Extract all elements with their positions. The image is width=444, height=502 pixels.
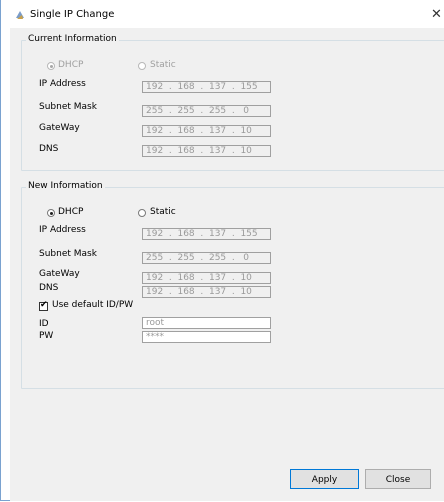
new-subnet-field[interactable]: 255 . 255 . 255 . 0 bbox=[142, 252, 271, 264]
new-ip-label: IP Address bbox=[39, 225, 86, 235]
current-gateway-label: GateWay bbox=[39, 123, 80, 133]
use-default-label[interactable]: Use default ID/PW bbox=[52, 300, 133, 310]
new-dhcp-radio[interactable] bbox=[47, 209, 55, 217]
current-dns-field: 192 . 168 . 137 . 10 bbox=[142, 145, 271, 157]
new-subnet-label: Subnet Mask bbox=[39, 249, 97, 259]
checkmark-icon: ✔ bbox=[40, 300, 48, 310]
new-static-label[interactable]: Static bbox=[150, 207, 176, 217]
current-ip-label: IP Address bbox=[39, 79, 86, 89]
window-title: Single IP Change bbox=[30, 9, 115, 20]
current-subnet-field: 255 . 255 . 255 . 0 bbox=[142, 105, 271, 117]
new-info-legend: New Information bbox=[26, 181, 105, 191]
current-gateway-field: 192 . 168 . 137 . 10 bbox=[142, 125, 271, 137]
close-icon[interactable]: ✕ bbox=[431, 7, 442, 22]
pw-input[interactable]: **** bbox=[142, 331, 271, 343]
new-dhcp-label[interactable]: DHCP bbox=[58, 207, 83, 217]
close-button[interactable]: Close bbox=[365, 469, 431, 489]
current-subnet-label: Subnet Mask bbox=[39, 102, 97, 112]
current-ip-field: 192 . 168 . 137 . 155 bbox=[142, 81, 271, 93]
use-default-checkbox[interactable]: ✔ bbox=[39, 300, 48, 311]
dialog-client: Current Information DHCP Static IP Addre… bbox=[10, 28, 444, 501]
new-gateway-label: GateWay bbox=[39, 269, 80, 279]
title-bar[interactable]: Single IP Change ✕ bbox=[1, 0, 444, 28]
new-ip-field[interactable]: 192 . 168 . 137 . 155 bbox=[142, 228, 271, 240]
dialog-window: Single IP Change ✕ Current Information D… bbox=[0, 0, 444, 501]
current-info-group: Current Information DHCP Static IP Addre… bbox=[21, 34, 444, 171]
new-dns-label: DNS bbox=[39, 283, 59, 293]
current-dhcp-label: DHCP bbox=[58, 60, 84, 70]
id-label: ID bbox=[39, 319, 49, 329]
current-static-label: Static bbox=[150, 60, 176, 70]
app-icon bbox=[16, 11, 24, 19]
apply-button[interactable]: Apply bbox=[290, 469, 359, 489]
current-static-radio bbox=[138, 62, 146, 70]
new-dns-field[interactable]: 192 . 168 . 137 . 10 bbox=[142, 286, 271, 298]
current-dns-label: DNS bbox=[39, 144, 59, 154]
new-info-group: New Information DHCP Static IP Address 1… bbox=[21, 181, 444, 389]
new-static-radio[interactable] bbox=[138, 209, 146, 217]
new-gateway-field[interactable]: 192 . 168 . 137 . 10 bbox=[142, 272, 271, 284]
current-dhcp-radio bbox=[47, 62, 55, 70]
pw-label: PW bbox=[39, 331, 54, 341]
current-info-legend: Current Information bbox=[26, 34, 119, 44]
id-input[interactable]: root bbox=[142, 317, 271, 329]
